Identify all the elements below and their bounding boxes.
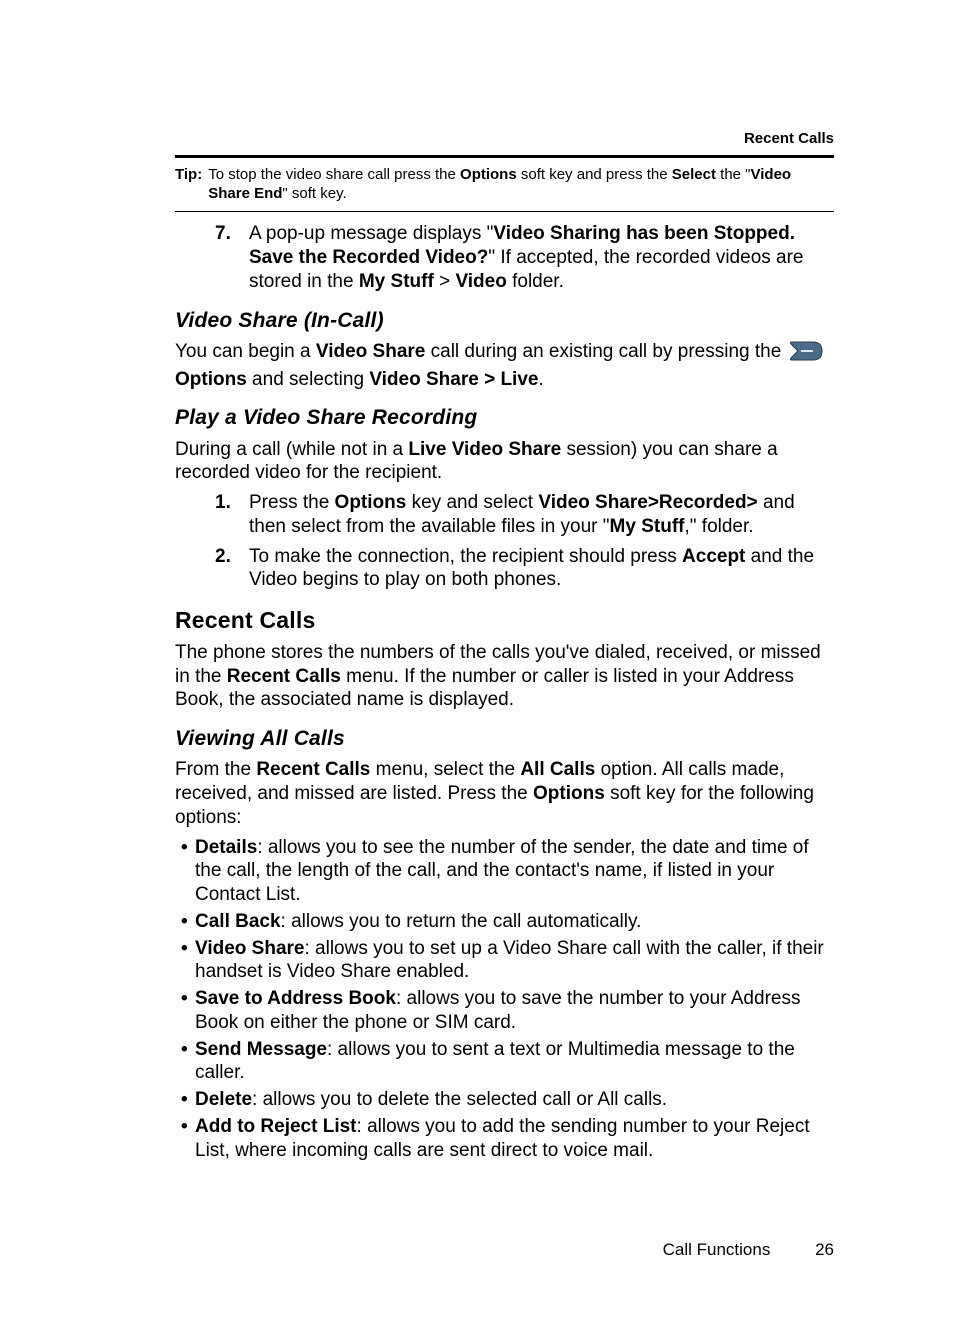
tip-label: Tip: <box>175 166 202 204</box>
bullet-text: Call Back: allows you to return the call… <box>195 910 834 934</box>
list-item: • Add to Reject List: allows you to add … <box>175 1115 834 1163</box>
paragraph-vs-incall: You can begin a Video Share call during … <box>175 340 834 392</box>
bullet-dot: • <box>181 1115 195 1163</box>
list-item: • Delete: allows you to delete the selec… <box>175 1088 834 1112</box>
step-number: 1. <box>215 491 249 539</box>
bullet-dot: • <box>181 836 195 907</box>
tip-text: To stop the video share call press the O… <box>208 166 834 204</box>
step-text: Press the Options key and select Video S… <box>249 491 834 539</box>
step-text: To make the connection, the recipient sh… <box>249 545 834 593</box>
options-bullet-list: • Details: allows you to see the number … <box>175 836 834 1163</box>
bullet-text: Save to Address Book: allows you to save… <box>195 987 834 1035</box>
bullet-dot: • <box>181 1038 195 1086</box>
paragraph-play-intro: During a call (while not in a Live Video… <box>175 438 834 486</box>
step-number: 7. <box>215 222 249 293</box>
heading-play-recording: Play a Video Share Recording <box>175 405 834 431</box>
list-item: • Video Share: allows you to set up a Vi… <box>175 937 834 985</box>
heading-video-share-in-call: Video Share (In-Call) <box>175 308 834 334</box>
step-number: 2. <box>215 545 249 593</box>
bullet-dot: • <box>181 937 195 985</box>
bullet-text: Details: allows you to see the number of… <box>195 836 834 907</box>
page-number: 26 <box>815 1239 834 1260</box>
step-text: A pop-up message displays "Video Sharing… <box>249 222 834 293</box>
step-7: 7. A pop-up message displays "Video Shar… <box>215 222 834 293</box>
running-header: Recent Calls <box>175 130 834 149</box>
page-footer: Call Functions 26 <box>663 1239 834 1260</box>
page: Recent Calls Tip: To stop the video shar… <box>0 0 954 1336</box>
paragraph-recent-intro: The phone stores the numbers of the call… <box>175 641 834 712</box>
rule-tip-bottom <box>175 211 834 212</box>
bullet-dot: • <box>181 1088 195 1112</box>
bullet-text: Delete: allows you to delete the selecte… <box>195 1088 834 1112</box>
tip-block: Tip: To stop the video share call press … <box>175 166 834 204</box>
bullet-text: Video Share: allows you to set up a Vide… <box>195 937 834 985</box>
paragraph-viewall-intro: From the Recent Calls menu, select the A… <box>175 758 834 829</box>
list-item: • Send Message: allows you to sent a tex… <box>175 1038 834 1086</box>
heading-recent-calls: Recent Calls <box>175 606 834 635</box>
list-item: • Call Back: allows you to return the ca… <box>175 910 834 934</box>
bullet-dot: • <box>181 987 195 1035</box>
footer-section: Call Functions <box>663 1240 771 1259</box>
bullet-text: Add to Reject List: allows you to add th… <box>195 1115 834 1163</box>
play-step-2: 2. To make the connection, the recipient… <box>215 545 834 593</box>
list-item: • Save to Address Book: allows you to sa… <box>175 987 834 1035</box>
list-item: • Details: allows you to see the number … <box>175 836 834 907</box>
rule-top <box>175 155 834 158</box>
heading-viewing-all-calls: Viewing All Calls <box>175 726 834 752</box>
play-step-1: 1. Press the Options key and select Vide… <box>215 491 834 539</box>
bullet-dot: • <box>181 910 195 934</box>
bullet-text: Send Message: allows you to sent a text … <box>195 1038 834 1086</box>
options-softkey-icon <box>789 341 823 368</box>
